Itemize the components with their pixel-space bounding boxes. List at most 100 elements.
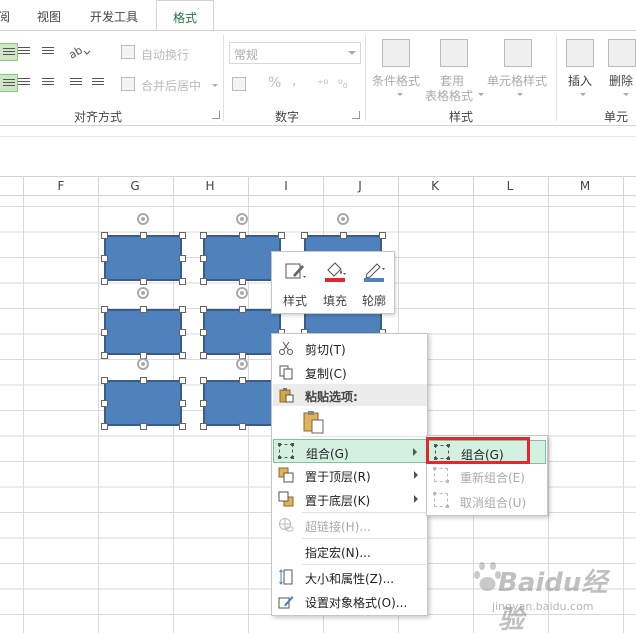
table-format-label-2[interactable]: 表格格式 bbox=[425, 87, 473, 104]
outline-button[interactable]: 轮廓 bbox=[355, 258, 393, 310]
alignment-launcher-icon[interactable] bbox=[212, 111, 220, 119]
paste-keep-format-button[interactable] bbox=[302, 410, 326, 434]
delete-button[interactable]: 删除 bbox=[609, 72, 633, 89]
resize-handle[interactable] bbox=[101, 232, 108, 239]
align-right-button[interactable] bbox=[38, 74, 58, 92]
column-header-i[interactable]: I bbox=[276, 179, 296, 193]
style-button[interactable]: 样式 bbox=[276, 258, 314, 310]
insert-button[interactable]: 插入 bbox=[568, 72, 592, 89]
resize-handle[interactable] bbox=[101, 329, 108, 336]
resize-handle[interactable] bbox=[101, 306, 108, 313]
resize-handle[interactable] bbox=[200, 306, 207, 313]
resize-handle[interactable] bbox=[140, 377, 147, 384]
menu-item-send-to-back[interactable]: 置于底层(K) bbox=[273, 487, 427, 511]
resize-handle[interactable] bbox=[200, 423, 207, 430]
resize-handle[interactable] bbox=[101, 255, 108, 262]
resize-handle[interactable] bbox=[179, 400, 186, 407]
column-header-f[interactable]: F bbox=[51, 179, 71, 193]
menu-item-size-properties[interactable]: 大小和属性(Z)... bbox=[273, 565, 427, 589]
number-format-select[interactable]: 常规 bbox=[229, 42, 361, 64]
resize-handle[interactable] bbox=[179, 423, 186, 430]
tab-format[interactable]: 格式 bbox=[156, 0, 214, 31]
fill-button[interactable]: 填充 bbox=[316, 258, 354, 310]
tab-review[interactable]: 阅 bbox=[0, 8, 10, 25]
align-bottom-button[interactable] bbox=[38, 43, 58, 61]
percent-button[interactable]: % bbox=[268, 75, 281, 91]
rectangle-shape[interactable] bbox=[203, 380, 281, 426]
resize-handle[interactable] bbox=[179, 352, 186, 359]
menu-item-assign-macro[interactable]: 指定宏(N)... bbox=[273, 539, 427, 563]
merge-center-label[interactable]: 合并后居中 bbox=[141, 77, 201, 94]
conditional-format-button[interactable]: 条件格式 bbox=[372, 72, 420, 89]
rotate-handle-icon[interactable] bbox=[236, 287, 248, 299]
resize-handle[interactable] bbox=[101, 377, 108, 384]
rectangle-shape[interactable] bbox=[203, 235, 281, 281]
tab-developer[interactable]: 开发工具 bbox=[90, 8, 138, 25]
resize-handle[interactable] bbox=[140, 306, 147, 313]
orientation-icon[interactable]: ab bbox=[66, 43, 91, 62]
resize-handle[interactable] bbox=[200, 377, 207, 384]
number-launcher-icon[interactable] bbox=[352, 111, 360, 119]
cell-styles-button[interactable]: 单元格样式 bbox=[487, 72, 547, 89]
resize-handle[interactable] bbox=[101, 423, 108, 430]
rotate-handle-icon[interactable] bbox=[337, 213, 349, 225]
menu-item-format-object[interactable]: 设置对象格式(O)... bbox=[273, 589, 427, 613]
align-center-button[interactable] bbox=[14, 74, 34, 92]
decrease-indent-icon[interactable] bbox=[66, 74, 86, 92]
align-middle-button[interactable] bbox=[14, 43, 34, 61]
resize-handle[interactable] bbox=[101, 352, 108, 359]
comma-button[interactable]: , bbox=[292, 73, 296, 89]
menu-item-cut[interactable]: 剪切(T) bbox=[273, 336, 427, 360]
merge-dropdown-icon[interactable] bbox=[212, 84, 218, 87]
resize-handle[interactable] bbox=[140, 232, 147, 239]
rotate-handle-icon[interactable] bbox=[236, 358, 248, 370]
currency-icon[interactable] bbox=[232, 77, 246, 91]
rotate-handle-icon[interactable] bbox=[137, 213, 149, 225]
rotate-handle-icon[interactable] bbox=[137, 358, 149, 370]
increase-indent-icon[interactable] bbox=[88, 74, 108, 92]
rotate-handle-icon[interactable] bbox=[236, 213, 248, 225]
menu-item-group[interactable]: 组合(G) bbox=[273, 439, 427, 463]
tab-view[interactable]: 视图 bbox=[37, 8, 61, 25]
resize-handle[interactable] bbox=[278, 232, 285, 239]
resize-handle[interactable] bbox=[379, 232, 386, 239]
rectangle-shape[interactable] bbox=[104, 309, 182, 355]
resize-handle[interactable] bbox=[179, 377, 186, 384]
resize-handle[interactable] bbox=[179, 255, 186, 262]
resize-handle[interactable] bbox=[239, 423, 246, 430]
column-header-j[interactable]: J bbox=[350, 179, 370, 193]
column-header-h[interactable]: H bbox=[200, 179, 220, 193]
column-header-k[interactable]: K bbox=[425, 179, 445, 193]
resize-handle[interactable] bbox=[179, 278, 186, 285]
column-header-l[interactable]: L bbox=[500, 179, 520, 193]
resize-handle[interactable] bbox=[200, 329, 207, 336]
decrease-decimal-icon[interactable]: ⁰₀ bbox=[338, 77, 348, 91]
resize-handle[interactable] bbox=[140, 278, 147, 285]
resize-handle[interactable] bbox=[239, 278, 246, 285]
resize-handle[interactable] bbox=[200, 232, 207, 239]
wrap-text-label[interactable]: 自动换行 bbox=[141, 46, 189, 63]
rotate-handle-icon[interactable] bbox=[137, 287, 149, 299]
resize-handle[interactable] bbox=[179, 306, 186, 313]
rectangle-shape[interactable] bbox=[203, 309, 281, 355]
resize-handle[interactable] bbox=[179, 329, 186, 336]
menu-item-bring-to-front[interactable]: 置于顶层(R) bbox=[273, 463, 427, 487]
resize-handle[interactable] bbox=[101, 400, 108, 407]
column-header-g[interactable]: G bbox=[125, 179, 145, 193]
column-header-m[interactable]: M bbox=[575, 179, 595, 193]
resize-handle[interactable] bbox=[239, 232, 246, 239]
rectangle-shape[interactable] bbox=[104, 380, 182, 426]
increase-decimal-icon[interactable]: ⁺⁰ bbox=[317, 77, 328, 91]
rectangle-shape[interactable] bbox=[104, 235, 182, 281]
resize-handle[interactable] bbox=[200, 400, 207, 407]
resize-handle[interactable] bbox=[200, 255, 207, 262]
resize-handle[interactable] bbox=[101, 278, 108, 285]
resize-handle[interactable] bbox=[239, 377, 246, 384]
resize-handle[interactable] bbox=[340, 232, 347, 239]
resize-handle[interactable] bbox=[200, 352, 207, 359]
resize-handle[interactable] bbox=[179, 232, 186, 239]
resize-handle[interactable] bbox=[200, 278, 207, 285]
menu-item-copy[interactable]: 复制(C) bbox=[273, 360, 427, 384]
resize-handle[interactable] bbox=[140, 423, 147, 430]
resize-handle[interactable] bbox=[301, 232, 308, 239]
